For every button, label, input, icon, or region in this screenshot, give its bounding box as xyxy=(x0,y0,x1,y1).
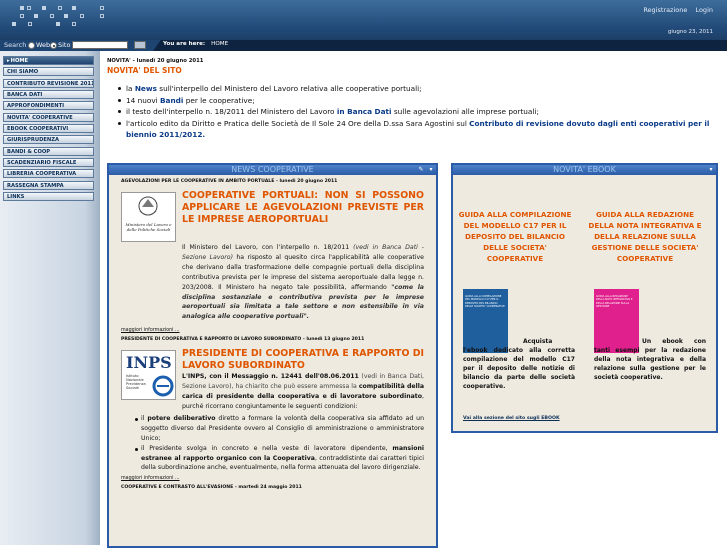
decor-square xyxy=(50,14,54,18)
news-date: NOVITA' - lunedì 20 giugno 2011 xyxy=(107,58,204,64)
list-item: la News sull'interpello del Ministero de… xyxy=(118,83,718,95)
decor-square xyxy=(28,22,32,26)
logo-caption: Ministero del Lavoro e delle Politiche So… xyxy=(125,222,172,232)
edit-icon[interactable]: ✎ xyxy=(418,167,424,173)
ebook-box: NOVITA' EBOOK ▾ GUIDA ALLA COMPILAZIONE … xyxy=(451,163,718,433)
ebook-body: GUIDA ALLA COMPILAZIONE DEL MODELLO C17 … xyxy=(453,175,716,431)
breadcrumb-label: You are here: xyxy=(163,41,206,47)
news-box: NEWS COOPERATIVE ✎ ▾ AGEVOLAZIONI PER LE… xyxy=(107,163,438,548)
inps-logo: INPS Istituto Nazionale Previdenza Socia… xyxy=(121,350,176,401)
more-info-link[interactable]: maggiori informazioni ... xyxy=(121,476,424,481)
item-text: 14 nuovi xyxy=(126,95,160,105)
list-item: il Presidente svolga in concreto e nella… xyxy=(135,444,424,474)
novita-list: la News sull'interpello del Ministero de… xyxy=(118,83,718,141)
nav-novita-cooperative[interactable]: NOVITA' COOPERATIVE xyxy=(3,112,94,122)
news-box-header: NEWS COOPERATIVE ✎ ▾ xyxy=(109,165,436,175)
radio-site[interactable] xyxy=(50,42,57,49)
news-article: Ministero del Lavoro e delle Politiche So… xyxy=(121,190,424,242)
nav-libreria-cooperativa[interactable]: LIBRERIA COOPERATIVA xyxy=(3,169,94,179)
decor-square xyxy=(12,22,16,26)
search-input[interactable] xyxy=(72,41,128,49)
news-body: AGEVOLAZIONI PER LE COOPERATIVE IN AMBIT… xyxy=(109,175,436,546)
ebook-section-link[interactable]: Vai alla sezione del sito sugli EBOOK xyxy=(463,416,560,421)
decor-square xyxy=(20,6,24,10)
login-link[interactable]: Login xyxy=(695,6,713,14)
nav-rassegna-stampa[interactable]: RASSEGNA STAMPA xyxy=(3,180,94,190)
breadcrumb: You are here: HOME xyxy=(163,41,228,47)
article-title[interactable]: COOPERATIVE PORTUALI: NON SI POSSONO APP… xyxy=(182,190,424,242)
nav-scadenziario-fiscale[interactable]: SCADENZIARIO FISCALE xyxy=(3,158,94,168)
ebook-box-title: NOVITA' EBOOK xyxy=(553,165,616,174)
ebook-box-header: NOVITA' EBOOK ▾ xyxy=(453,165,716,175)
item-text: il testo dell'interpello n. 18/2011 del … xyxy=(126,107,337,116)
decor-square xyxy=(64,14,68,18)
nav-ebook-cooperativi[interactable]: EBOOK COOPERATIVI xyxy=(3,124,94,134)
list-item: il potere deliberativo diretto a formare… xyxy=(135,414,424,444)
collapse-icon[interactable]: ▾ xyxy=(428,167,434,173)
nav-approfondimenti[interactable]: APPROFONDIMENTI xyxy=(3,101,94,111)
radio-site-label: Sito xyxy=(58,41,71,49)
list-item: il testo dell'interpello n. 18/2011 del … xyxy=(118,106,718,118)
article-text: Il Ministero del Lavoro, con l'interpell… xyxy=(182,244,424,321)
decor-square xyxy=(27,6,31,10)
item-link[interactable]: News xyxy=(135,84,157,93)
news-section-heading: AGEVOLAZIONI PER LE COOPERATIVE IN AMBIT… xyxy=(121,179,338,184)
news-section-heading: PRESIDENTE DI COOPERATIVA E RAPPORTO DI … xyxy=(121,337,365,343)
search-label: Search xyxy=(4,41,27,49)
item-link[interactable]: Bandi xyxy=(160,96,183,105)
list-item: 14 nuovi Bandi per le cooperative; xyxy=(118,95,718,107)
item-text: per le cooperative; xyxy=(183,95,255,105)
sidebar: HOME CHI SIAMO CONTRIBUTO REVISIONE 2011… xyxy=(0,51,100,545)
decor-square xyxy=(72,6,76,10)
ebook-right-title[interactable]: GUIDA ALLA REDAZIONE DELLA NOTA INTEGRAT… xyxy=(587,209,703,264)
breadcrumb-bar xyxy=(153,40,727,51)
current-date: giugno 23, 2011 xyxy=(667,29,713,35)
item-text: sull'interpello del Ministero del Lavoro… xyxy=(156,84,422,93)
sidebar-nav: HOME CHI SIAMO CONTRIBUTO REVISIONE 2011… xyxy=(3,56,94,203)
radio-web-label: Web xyxy=(36,41,51,49)
decor-square xyxy=(20,14,24,18)
user-links: Registrazione Login xyxy=(637,6,713,14)
nav-banca-dati[interactable]: BANCA DATI xyxy=(3,90,94,100)
radio-web[interactable] xyxy=(28,42,35,49)
nav-home[interactable]: HOME xyxy=(3,56,94,65)
decor-square xyxy=(42,6,46,10)
more-info-link[interactable]: maggiori informazioni ... xyxy=(121,328,424,333)
decor-square xyxy=(72,22,76,26)
decor-square xyxy=(100,14,104,18)
item-text: l'articolo edito da Diritto e Pratica de… xyxy=(126,118,470,128)
ebook-left-desc: Acquista l'ebook dedicato alla corretta … xyxy=(463,338,575,390)
conditions-list: il potere deliberativo diretto a formare… xyxy=(121,414,424,473)
nav-contributo-revisione[interactable]: CONTRIBUTO REVISIONE 2011/12 xyxy=(3,78,94,88)
page-title: NOVITA' DEL SITO xyxy=(107,66,182,75)
decor-square xyxy=(58,6,62,10)
news-box-title: NEWS COOPERATIVE xyxy=(231,165,314,174)
item-text: la xyxy=(126,84,135,93)
list-item: l'articolo edito da Diritto e Pratica de… xyxy=(118,118,718,141)
registration-link[interactable]: Registrazione xyxy=(643,6,687,14)
decor-square xyxy=(80,14,84,18)
nav-bandi-coop[interactable]: BANDI & COOP xyxy=(3,146,94,156)
nav-chi-siamo[interactable]: CHI SIAMO xyxy=(3,67,94,77)
item-link[interactable]: in Banca Dati xyxy=(337,107,392,116)
ebook-left-title[interactable]: GUIDA ALLA COMPILAZIONE DEL MODELLO C17 … xyxy=(457,209,573,264)
ebook-right-desc: Un ebook con tanti esempi per la redazio… xyxy=(594,338,706,381)
news-section-heading: COOPERATIVE E CONTRASTO ALL'EVASIONE - m… xyxy=(121,485,302,491)
ministry-logo: Ministero del Lavoro e delle Politiche So… xyxy=(121,192,176,242)
collapse-icon[interactable]: ▾ xyxy=(708,167,714,173)
decor-square xyxy=(100,6,104,10)
item-text: sulle agevolazioni alle imprese portuali… xyxy=(391,107,539,116)
breadcrumb-current[interactable]: HOME xyxy=(211,41,228,47)
nav-giurisprudenza[interactable]: GIURISPRUDENZA xyxy=(3,135,94,145)
search-button[interactable] xyxy=(134,41,146,49)
decor-square xyxy=(56,22,60,26)
nav-links[interactable]: LINKS xyxy=(3,192,94,202)
decor-square xyxy=(34,14,38,18)
site-header: Registrazione Login giugno 23, 2011 xyxy=(0,0,727,40)
main-content: NOVITA' - lunedì 20 giugno 2011 NOVITA' … xyxy=(100,51,727,548)
